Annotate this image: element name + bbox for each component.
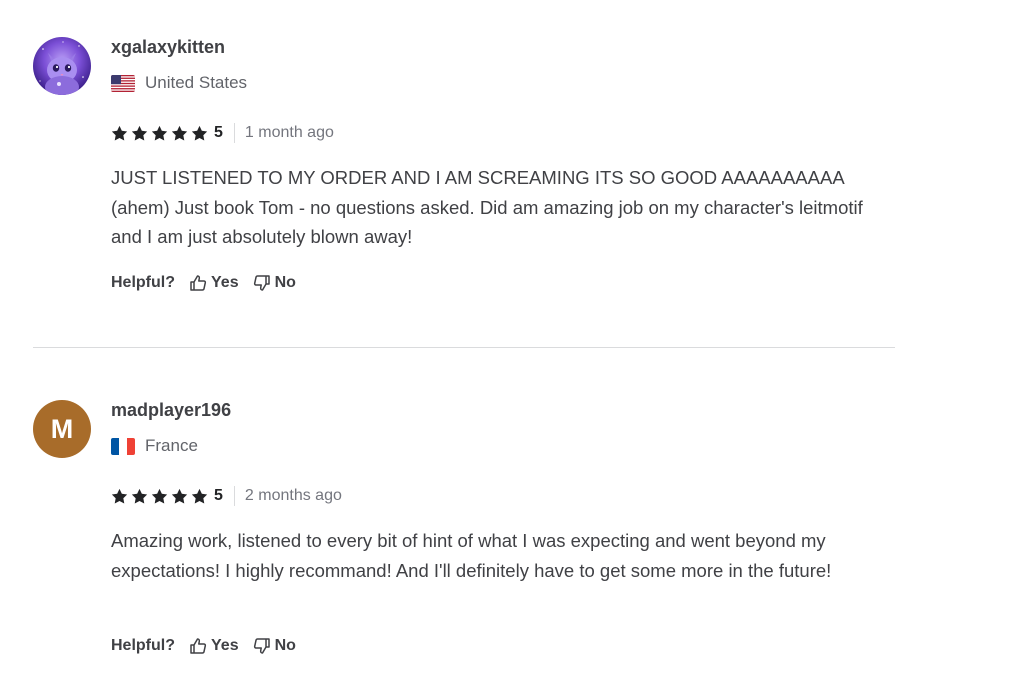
galaxy-kitten-avatar-icon [39,41,84,95]
review-text: Amazing work, listened to every bit of h… [111,530,832,581]
thumbs-up-icon [190,638,207,654]
rating-divider [233,486,235,506]
reviewer-username[interactable]: xgalaxykitten [111,37,225,58]
star-icon [191,488,208,504]
reviews-list: xgalaxykitten United States 5 1 month ag… [0,0,1024,699]
star-rating [111,488,208,505]
france-flag-icon [111,437,135,455]
helpful-yes-button[interactable]: Yes [189,637,239,655]
star-icon [131,125,148,141]
rating-divider [233,123,235,143]
avatar[interactable]: M [33,400,91,458]
no-label: No [274,274,296,291]
review-text: JUST LISTENED TO MY ORDER AND I AM SCREA… [111,167,863,247]
helpful-label: Helpful? [111,274,175,291]
us-flag-icon [111,74,135,92]
star-rating [111,125,208,142]
thumbs-down-icon [253,638,270,654]
helpful-no-button[interactable]: No [253,637,296,655]
rating-value: 5 [214,487,223,504]
review-date: 1 month ago [244,124,334,141]
rating-value: 5 [214,124,223,141]
yes-label: Yes [211,274,239,291]
star-icon [191,125,208,141]
star-icon [151,488,168,504]
helpful-label: Helpful? [111,637,175,654]
review-date: 2 months ago [244,487,342,504]
avatar[interactable] [33,37,91,95]
review-separator [33,347,895,348]
no-label: No [274,637,296,654]
star-icon [151,125,168,141]
country-name: United States [145,73,248,92]
reviewer-username[interactable]: madplayer196 [111,400,231,421]
thumbs-down-icon [253,275,270,291]
star-icon [111,125,128,141]
star-icon [111,488,128,504]
helpful-row: Helpful? Yes No [111,635,310,657]
reviewer-country: France [111,436,198,456]
helpful-row: Helpful? Yes No [111,272,310,294]
avatar-letter: M [50,413,74,444]
country-name: France [145,436,198,455]
star-icon [131,488,148,504]
star-icon [171,488,188,504]
yes-label: Yes [211,637,239,654]
rating-row: 5 2 months ago [111,485,342,507]
star-icon [171,125,188,141]
thumbs-up-icon [190,275,207,291]
rating-row: 5 1 month ago [111,122,334,144]
helpful-no-button[interactable]: No [253,274,296,292]
reviewer-country: United States [111,73,247,93]
helpful-yes-button[interactable]: Yes [189,274,239,292]
